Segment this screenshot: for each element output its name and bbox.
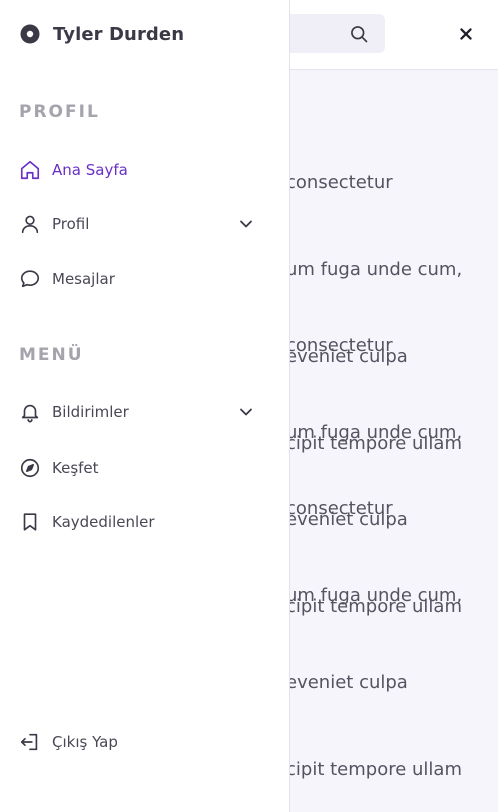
chevron-down-icon[interactable] <box>239 217 253 231</box>
sidebar-item-profil[interactable]: Profil <box>19 210 269 238</box>
search-icon[interactable] <box>349 24 369 44</box>
bookmark-icon <box>23 513 37 531</box>
close-icon[interactable] <box>455 23 477 45</box>
paragraph: consectetur um fuga unde cum, eveniet cu… <box>286 436 462 812</box>
paragraph-line: eveniet culpa <box>286 672 408 693</box>
logo-icon <box>20 24 40 44</box>
sidebar-item-kesfet[interactable]: Keşfet <box>19 454 269 482</box>
sidebar-item-label: Profil <box>52 215 90 233</box>
sidebar-item-label: Ana Sayfa <box>52 161 128 179</box>
paragraph-line: cipit tempore ullam <box>286 759 462 780</box>
message-icon <box>20 270 40 288</box>
paragraph-line: consectetur <box>286 172 393 193</box>
section-title-profil: PROFIL <box>19 102 100 122</box>
sidebar: Tyler Durden PROFIL Ana Sayfa Profil Mes… <box>0 0 290 812</box>
sidebar-item-label: Mesajlar <box>52 270 115 288</box>
user-name: Tyler Durden <box>53 23 185 45</box>
logout-icon <box>20 733 38 751</box>
sidebar-item-ana-sayfa[interactable]: Ana Sayfa <box>19 156 269 184</box>
logout-label: Çıkış Yap <box>52 733 118 751</box>
chevron-down-icon[interactable] <box>239 405 253 419</box>
paragraph-line: consectetur <box>286 498 393 519</box>
section-title-menu: MENÜ <box>19 345 84 365</box>
sidebar-header: Tyler Durden <box>20 22 184 46</box>
sidebar-item-mesajlar[interactable]: Mesajlar <box>19 265 269 293</box>
sidebar-item-bildirimler[interactable]: Bildirimler <box>19 398 269 426</box>
sidebar-item-label: Bildirimler <box>52 403 129 421</box>
user-icon <box>21 215 39 234</box>
paragraph-line: um fuga unde cum, <box>286 585 463 606</box>
compass-icon <box>20 458 40 478</box>
paragraph-line: consectetur <box>286 335 393 356</box>
sidebar-item-kaydedilenler[interactable]: Kaydedilenler <box>19 508 269 536</box>
home-icon <box>20 160 40 180</box>
sidebar-item-label: Keşfet <box>52 459 99 477</box>
logout-button[interactable]: Çıkış Yap <box>19 728 269 756</box>
sidebar-item-label: Kaydedilenler <box>52 513 155 531</box>
bell-icon <box>21 404 39 423</box>
